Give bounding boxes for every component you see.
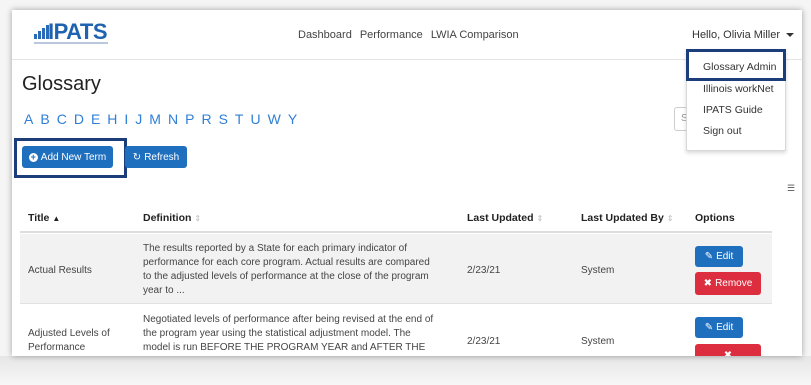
remove-button[interactable]: ✖ [695,344,761,356]
menu-item-sign-out[interactable]: Sign out [703,125,742,137]
nav-performance[interactable]: Performance [360,29,423,41]
letter-link[interactable]: C [57,111,68,127]
last-updated-by: System [581,265,615,276]
nav-dashboard[interactable]: Dashboard [298,29,352,41]
last-updated: 2/23/21 [467,265,501,276]
sort-icon: ⇕ [194,214,202,223]
table-row: Adjusted Levels of Performance Negotiate… [20,304,772,356]
letter-link[interactable]: I [124,111,129,127]
plus-circle-icon: + [28,151,38,162]
letter-link[interactable]: D [74,111,85,127]
edit-button[interactable]: ✎ Edit [695,317,743,338]
term-title: Adjusted Levels of Performance [28,328,110,353]
caret-down-icon [786,33,795,38]
letter-link[interactable]: A [24,111,34,127]
browser-viewport: IPATS Dashboard Performance LWIA Compari… [12,10,802,356]
column-header-title[interactable]: Title ▲ [28,212,60,224]
add-new-term-label: Add New Term [40,151,107,163]
letter-link[interactable]: P [185,111,195,127]
refresh-icon: ↻ [132,151,142,163]
remove-icon: ✖ [703,278,713,289]
edit-label: Edit [716,251,734,262]
top-navbar: IPATS Dashboard Performance LWIA Compari… [12,10,802,60]
table-header: Title ▲ Definition ⇕ Last Updated ⇕ Last Up… [20,203,772,233]
sort-icon: ⇕ [536,214,544,223]
letter-link[interactable]: N [168,111,179,127]
letter-link[interactable]: M [149,111,162,127]
menu-item-illinois-worknet[interactable]: Illinois workNet [703,83,774,95]
sort-icon: ⇕ [666,214,674,223]
remove-label: Remove [715,278,753,289]
menu-item-glossary-admin[interactable]: Glossary Admin [703,61,777,73]
logo-bars-icon [34,25,49,39]
remove-icon: ✖ [723,350,733,356]
letter-link[interactable]: E [91,111,101,127]
user-menu-toggle[interactable]: Hello, Olivia Miller [692,29,795,41]
ipats-logo[interactable]: IPATS [32,18,112,48]
letter-link[interactable]: J [135,111,143,127]
bottom-shadow [0,356,811,385]
edit-icon: ✎ [704,251,714,262]
logo-tagline [34,42,108,44]
column-header-last-updated[interactable]: Last Updated ⇕ [467,212,543,224]
column-header-last-updated-by[interactable]: Last Updated By ⇕ [581,212,674,224]
last-updated: 2/23/21 [467,336,501,347]
edit-label: Edit [716,322,734,333]
letter-link[interactable]: W [268,111,282,127]
letter-link[interactable]: Y [288,111,298,127]
add-new-term-button[interactable]: + Add New Term [22,146,113,168]
refresh-label: Refresh [144,151,180,163]
letter-link[interactable]: B [40,111,50,127]
letter-link[interactable]: U [250,111,261,127]
letter-link[interactable]: T [235,111,245,127]
column-header-options: Options [695,212,735,224]
refresh-button[interactable]: ↻ Refresh [125,146,187,168]
list-view-icon[interactable]: ☰ [787,183,795,194]
page-title: Glossary [22,73,101,95]
user-greeting: Hello, Olivia Miller [692,29,781,41]
edit-button[interactable]: ✎ Edit [695,246,743,267]
table-row: Actual Results The results reported by a… [20,234,772,304]
column-header-definition[interactable]: Definition ⇕ [143,212,201,224]
alphabet-filter: A B C D E H I J M N P R S T U W Y [24,111,298,127]
user-dropdown-menu: Glossary Admin Illinois workNet IPATS Gu… [686,49,786,151]
term-definition: The results reported by a State for each… [143,243,430,296]
letter-link[interactable]: R [201,111,212,127]
term-definition: Negotiated levels of performance after b… [143,314,434,353]
nav-lwia-comparison[interactable]: LWIA Comparison [431,29,519,41]
menu-item-ipats-guide[interactable]: IPATS Guide [703,104,763,116]
term-title: Actual Results [28,265,92,276]
sort-asc-icon: ▲ [52,214,61,223]
letter-link[interactable]: H [107,111,118,127]
last-updated-by: System [581,336,615,347]
edit-icon: ✎ [704,322,714,333]
main-nav: Dashboard Performance LWIA Comparison [298,29,519,41]
letter-link[interactable]: S [219,111,229,127]
remove-button[interactable]: ✖ Remove [695,272,761,295]
